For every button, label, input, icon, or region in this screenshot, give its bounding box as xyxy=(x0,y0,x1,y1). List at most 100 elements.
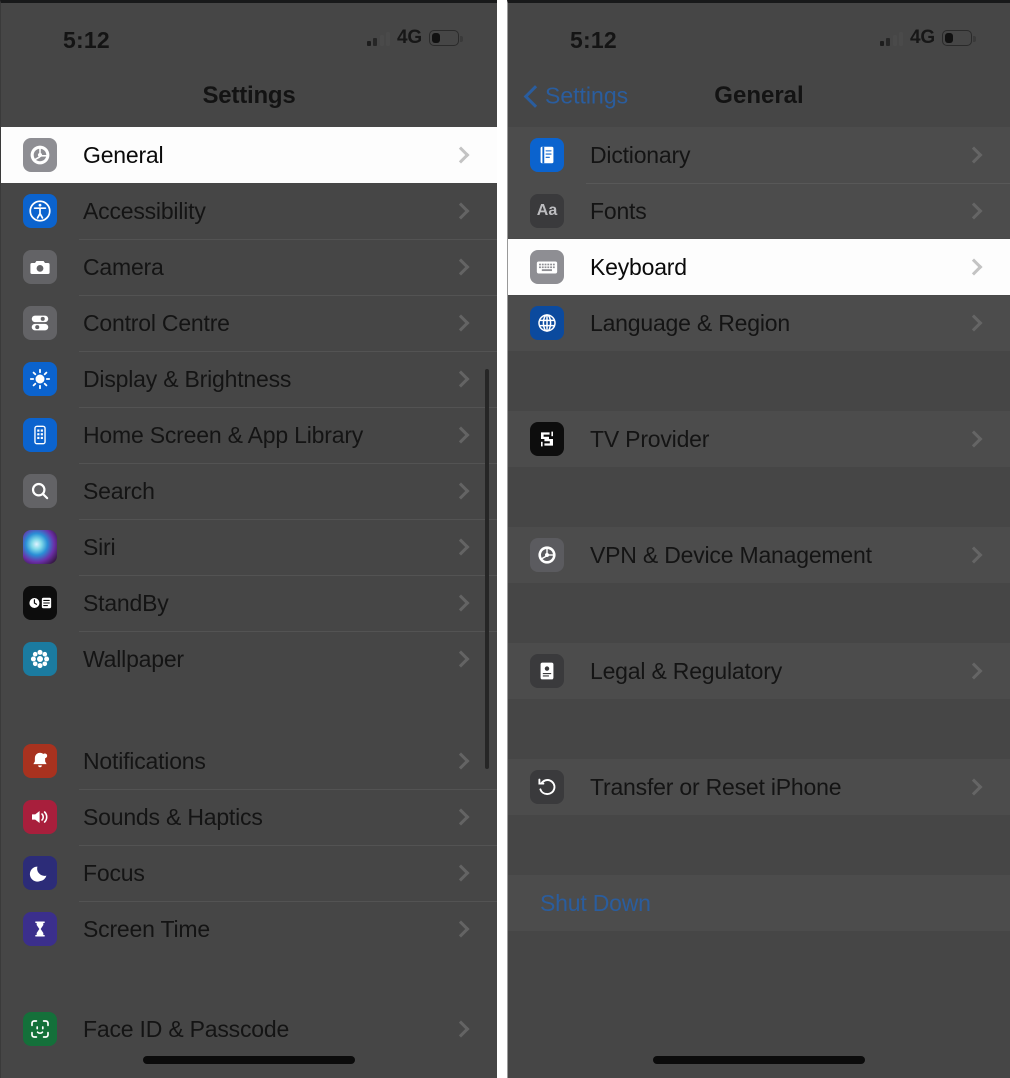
list-item-label: Transfer or Reset iPhone xyxy=(590,773,842,800)
bell-icon xyxy=(23,744,57,778)
chevron-right-icon xyxy=(965,662,983,680)
sidebar-item-label: Display & Brightness xyxy=(83,365,292,392)
gear-icon xyxy=(23,138,57,172)
group-spacer xyxy=(508,699,1010,759)
shut-down-label: Shut Down xyxy=(540,889,651,916)
sidebar-item-label: Siri xyxy=(83,533,116,560)
shut-down-button[interactable]: Shut Down xyxy=(508,875,1010,931)
chevron-right-icon xyxy=(965,258,983,276)
list-item-transfer-reset-iphone[interactable]: Transfer or Reset iPhone xyxy=(508,759,1010,815)
sidebar-item-accessibility[interactable]: Accessibility xyxy=(1,183,497,239)
sidebar-item-display-brightness[interactable]: Display & Brightness xyxy=(1,351,497,407)
sidebar-item-label: Accessibility xyxy=(83,197,206,224)
speaker-icon xyxy=(23,800,57,834)
wallpaper-icon xyxy=(23,642,57,676)
status-indicators: 4G xyxy=(879,27,976,49)
sidebar-item-wallpaper[interactable]: Wallpaper xyxy=(1,631,497,687)
hourglass-icon xyxy=(23,912,57,946)
cellular-bars-icon xyxy=(879,31,904,46)
sidebar-item-siri[interactable]: Siri xyxy=(1,519,497,575)
sidebar-item-camera[interactable]: Camera xyxy=(1,239,497,295)
sidebar-item-label: General xyxy=(83,141,164,168)
chevron-right-icon xyxy=(965,146,983,164)
battery-low-icon xyxy=(429,30,463,46)
left-status-bar: 5:12 4G xyxy=(1,3,497,65)
chevron-right-icon xyxy=(965,202,983,220)
chevron-right-icon xyxy=(965,430,983,448)
settings-group-reset: Transfer or Reset iPhone xyxy=(508,759,1010,815)
search-icon xyxy=(23,474,57,508)
list-item-dictionary[interactable]: Dictionary xyxy=(508,127,1010,183)
settings-group-vpn: VPN & Device Management xyxy=(508,527,1010,583)
chevron-right-icon xyxy=(452,370,470,388)
sidebar-item-label: Wallpaper xyxy=(83,645,184,672)
status-indicators: 4G xyxy=(366,27,463,49)
scrollbar-indicator[interactable] xyxy=(485,369,489,769)
list-item-keyboard[interactable]: Keyboard xyxy=(508,239,1010,295)
list-item-tv-provider[interactable]: TV Provider xyxy=(508,411,1010,467)
chevron-right-icon xyxy=(452,594,470,612)
settings-group-general: General xyxy=(1,127,497,183)
sidebar-item-standby[interactable]: StandBy xyxy=(1,575,497,631)
chevron-right-icon xyxy=(965,778,983,796)
settings-group-legal: Legal & Regulatory xyxy=(508,643,1010,699)
chevron-right-icon xyxy=(452,482,470,500)
dual-phone-screenshot: 5:12 4G Settings General Accessibility C… xyxy=(0,0,1010,1078)
list-item-label: Fonts xyxy=(590,197,647,224)
sidebar-item-focus[interactable]: Focus xyxy=(1,845,497,901)
list-item-label: Keyboard xyxy=(590,253,687,280)
group-spacer xyxy=(508,351,1010,411)
sidebar-item-label: Notifications xyxy=(83,747,206,774)
vpn-gear-icon xyxy=(530,538,564,572)
group-spacer xyxy=(508,467,1010,527)
sidebar-item-label: StandBy xyxy=(83,589,169,616)
settings-group-input: Dictionary Aa Fonts Keyboard Language & … xyxy=(508,127,1010,351)
list-item-label: VPN & Device Management xyxy=(590,541,872,568)
right-status-bar: 5:12 4G xyxy=(508,3,1010,65)
sidebar-item-label: Search xyxy=(83,477,155,504)
settings-group-apps: Accessibility Camera Control Centre Disp… xyxy=(1,183,497,687)
chevron-right-icon xyxy=(452,752,470,770)
home-screen-icon xyxy=(23,418,57,452)
chevron-right-icon xyxy=(452,258,470,276)
chevron-right-icon xyxy=(965,314,983,332)
sidebar-item-home-screen[interactable]: Home Screen & App Library xyxy=(1,407,497,463)
settings-group-tv: TV Provider xyxy=(508,411,1010,467)
chevron-right-icon xyxy=(452,538,470,556)
accessibility-icon xyxy=(23,194,57,228)
settings-group-notifications: Notifications Sounds & Haptics Focus Scr… xyxy=(1,733,497,957)
group-spacer xyxy=(1,687,497,733)
left-phone-panel: 5:12 4G Settings General Accessibility C… xyxy=(0,0,497,1078)
sidebar-item-face-id-passcode[interactable]: Face ID & Passcode xyxy=(1,1001,497,1057)
sidebar-item-screen-time[interactable]: Screen Time xyxy=(1,901,497,957)
settings-group-security: Face ID & Passcode xyxy=(1,1001,497,1057)
home-indicator xyxy=(653,1056,865,1064)
sidebar-item-search[interactable]: Search xyxy=(1,463,497,519)
list-item-language-region[interactable]: Language & Region xyxy=(508,295,1010,351)
home-indicator xyxy=(143,1056,355,1064)
network-type-label: 4G xyxy=(910,27,935,48)
right-phone-panel: 5:12 4G General Settings Dictionary Aa F… xyxy=(507,0,1010,1078)
list-item-vpn-device-management[interactable]: VPN & Device Management xyxy=(508,527,1010,583)
reset-icon xyxy=(530,770,564,804)
sidebar-item-label: Camera xyxy=(83,253,164,280)
sidebar-item-control-centre[interactable]: Control Centre xyxy=(1,295,497,351)
sidebar-item-label: Screen Time xyxy=(83,915,210,942)
siri-icon xyxy=(23,530,57,564)
standby-icon xyxy=(23,586,57,620)
brightness-icon xyxy=(23,362,57,396)
chevron-right-icon xyxy=(452,1020,470,1038)
sidebar-item-notifications[interactable]: Notifications xyxy=(1,733,497,789)
chevron-left-icon xyxy=(525,85,538,107)
list-item-fonts[interactable]: Aa Fonts xyxy=(508,183,1010,239)
sidebar-item-label: Face ID & Passcode xyxy=(83,1015,290,1042)
back-button-label: Settings xyxy=(545,82,629,109)
battery-low-icon xyxy=(942,30,976,46)
general-settings-list[interactable]: Dictionary Aa Fonts Keyboard Language & … xyxy=(508,127,1010,931)
back-button[interactable]: Settings xyxy=(525,83,628,110)
list-item-legal-regulatory[interactable]: Legal & Regulatory xyxy=(508,643,1010,699)
sidebar-item-sounds-haptics[interactable]: Sounds & Haptics xyxy=(1,789,497,845)
moon-icon xyxy=(23,856,57,890)
sidebar-item-general[interactable]: General xyxy=(1,127,497,183)
left-settings-list[interactable]: General Accessibility Camera Control Cen… xyxy=(1,127,497,1057)
